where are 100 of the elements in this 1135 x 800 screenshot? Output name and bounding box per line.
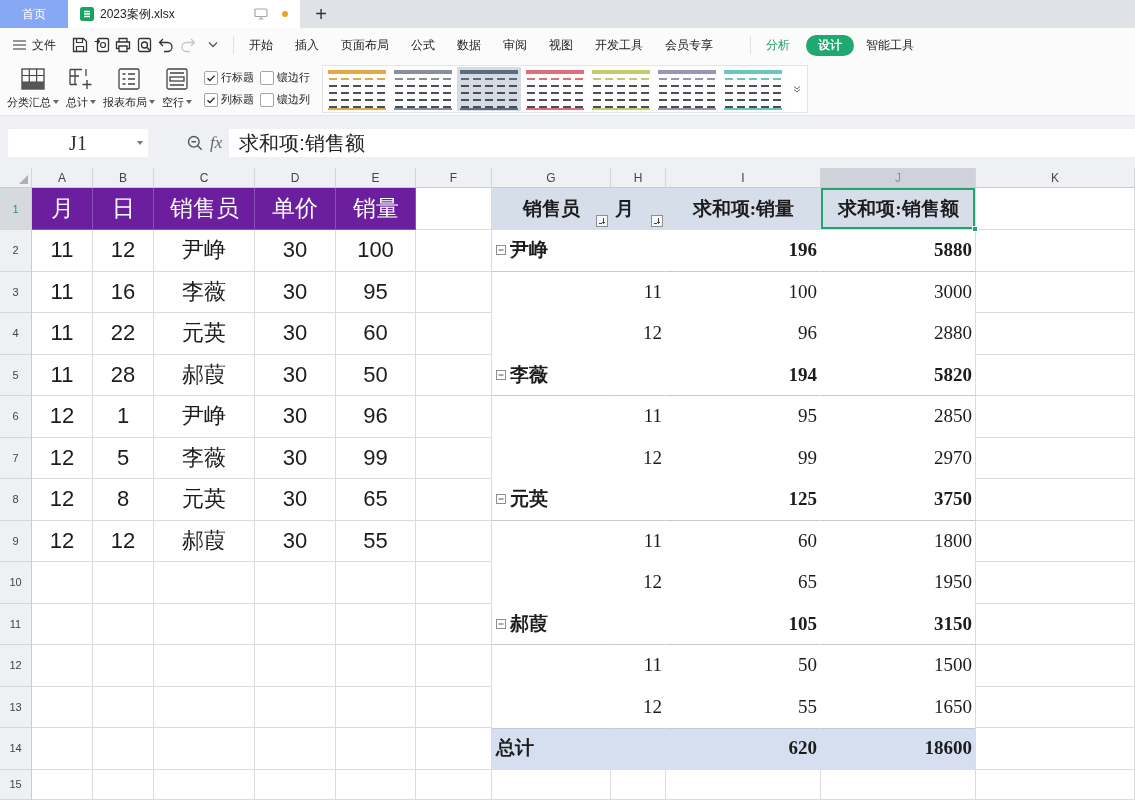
checkbox[interactable]: 镶边列 <box>260 92 310 107</box>
table-cell: 16 <box>93 271 154 313</box>
row-header[interactable]: 5 <box>0 354 32 396</box>
collapse-icon[interactable] <box>496 494 506 505</box>
ribbon-tab[interactable]: 会员专享 <box>665 34 713 56</box>
ribbon-tab[interactable]: 视图 <box>549 34 573 56</box>
table-cell: 55 <box>336 520 416 562</box>
table-cell: 30 <box>255 520 336 562</box>
ribbon-tab[interactable]: 页面布局 <box>341 34 389 56</box>
column-header[interactable]: G <box>492 168 611 188</box>
collapse-icon[interactable] <box>496 618 506 629</box>
row-header[interactable]: 8 <box>0 479 32 521</box>
document-search-icon[interactable] <box>136 37 153 53</box>
formula-field[interactable]: 求和项:销售额 <box>229 129 1135 157</box>
table-cell: 元英 <box>154 479 255 521</box>
pivot-row-label: 李薇 <box>510 362 548 387</box>
checkbox[interactable]: 列标题 <box>204 92 254 107</box>
table-cell: 30 <box>255 230 336 272</box>
file-menu[interactable]: 文件 <box>13 37 56 53</box>
column-header[interactable]: F <box>416 168 492 188</box>
row-header[interactable]: 6 <box>0 396 32 438</box>
ribbon-tab[interactable]: 公式 <box>411 34 435 56</box>
table-cell: 12 <box>93 520 154 562</box>
caret-icon[interactable] <box>137 141 143 145</box>
column-header[interactable]: E <box>336 168 416 188</box>
collapse-icon[interactable] <box>496 369 506 380</box>
column-header[interactable]: C <box>154 168 255 188</box>
pivot-row-label: 郝葭 <box>510 611 548 636</box>
row-header[interactable]: 7 <box>0 437 32 479</box>
filter-dropdown-icon[interactable] <box>596 215 608 227</box>
magnifier-icon[interactable] <box>187 135 203 151</box>
table-cell: 99 <box>336 437 416 479</box>
row-header[interactable]: 14 <box>0 728 32 770</box>
row-header[interactable]: 15 <box>0 769 32 800</box>
function-button[interactable]: fx <box>210 132 223 154</box>
table-header-cell: 销量 <box>336 188 416 230</box>
collapse-icon[interactable] <box>496 245 506 256</box>
table-cell: 郝葭 <box>154 354 255 396</box>
pivot-header-cell: 求和项:销售额 <box>821 188 976 230</box>
filter-dropdown-icon[interactable] <box>651 215 663 227</box>
checkbox[interactable]: 行标题 <box>204 70 254 85</box>
pivot-cell: 5820 <box>821 354 976 396</box>
column-header[interactable]: B <box>93 168 154 188</box>
table-cell: 30 <box>255 396 336 438</box>
list-layout-icon <box>117 67 141 90</box>
row-header[interactable]: 10 <box>0 562 32 604</box>
name-box[interactable]: J1 <box>8 129 148 157</box>
column-header[interactable]: D <box>255 168 336 188</box>
column-header[interactable]: K <box>976 168 1135 188</box>
ribbon-tab[interactable]: 审阅 <box>503 34 527 56</box>
column-header[interactable]: I <box>666 168 821 188</box>
row-header[interactable]: 2 <box>0 230 32 272</box>
table-cell: 1 <box>93 396 154 438</box>
row-header[interactable]: 4 <box>0 313 32 355</box>
table-cell: 11 <box>32 313 93 355</box>
pivot-row-label: 元英 <box>510 487 548 512</box>
table-cell: 12 <box>32 437 93 479</box>
table-cell: 李薇 <box>154 271 255 313</box>
ribbon-tab[interactable]: 智能工具 <box>866 34 914 56</box>
ribbon-tab[interactable]: 数据 <box>457 34 481 56</box>
fill-handle[interactable] <box>972 226 978 232</box>
table-plus-icon <box>69 67 93 90</box>
row-header[interactable]: 12 <box>0 645 32 687</box>
table-cell: 50 <box>336 354 416 396</box>
ribbon-tab[interactable]: 开发工具 <box>595 34 643 56</box>
table-cell: 28 <box>93 354 154 396</box>
table-cell: 22 <box>93 313 154 355</box>
row-header[interactable]: 13 <box>0 686 32 728</box>
ribbon-button[interactable]: 空行 <box>161 67 193 110</box>
save-icon[interactable] <box>72 37 88 53</box>
print-icon[interactable] <box>115 37 131 53</box>
table-cell: 100 <box>336 230 416 272</box>
row-header[interactable]: 9 <box>0 520 32 562</box>
pivot-total-cell: 总计 <box>492 728 611 770</box>
ribbon-button[interactable]: 分类汇总 <box>6 67 60 110</box>
table-cell: 30 <box>255 437 336 479</box>
table-cell: 96 <box>336 396 416 438</box>
chevron-down-icon[interactable] <box>793 84 801 93</box>
table-cell: 12 <box>32 396 93 438</box>
checkbox[interactable]: 镶边行 <box>260 70 310 85</box>
ribbon-tab[interactable]: 开始 <box>249 34 273 56</box>
new-tab-button[interactable]: + <box>300 0 342 28</box>
row-header[interactable]: 3 <box>0 271 32 313</box>
caret-icon <box>53 100 59 104</box>
ribbon-button[interactable]: 总计 <box>65 67 97 110</box>
document-tab[interactable]: 2023案例.xlsx <box>68 0 300 28</box>
table-cell: 60 <box>336 313 416 355</box>
column-header[interactable]: H <box>611 168 666 188</box>
undo-icon[interactable] <box>158 37 174 53</box>
pivot-total-cell: 18600 <box>821 728 976 770</box>
table-style-thumbnail[interactable] <box>457 66 521 111</box>
table-header-cell: 月 <box>32 188 93 230</box>
ribbon-tab[interactable]: 插入 <box>295 34 319 56</box>
ribbon-button[interactable]: 报表布局 <box>102 67 156 110</box>
pivot-row-label: 尹峥 <box>510 238 548 263</box>
row-header[interactable]: 11 <box>0 603 32 645</box>
table-cell: 12 <box>32 479 93 521</box>
ribbon-tab[interactable]: 分析 <box>766 34 790 56</box>
chevron-down-icon[interactable] <box>208 41 218 49</box>
column-header[interactable]: A <box>32 168 93 188</box>
